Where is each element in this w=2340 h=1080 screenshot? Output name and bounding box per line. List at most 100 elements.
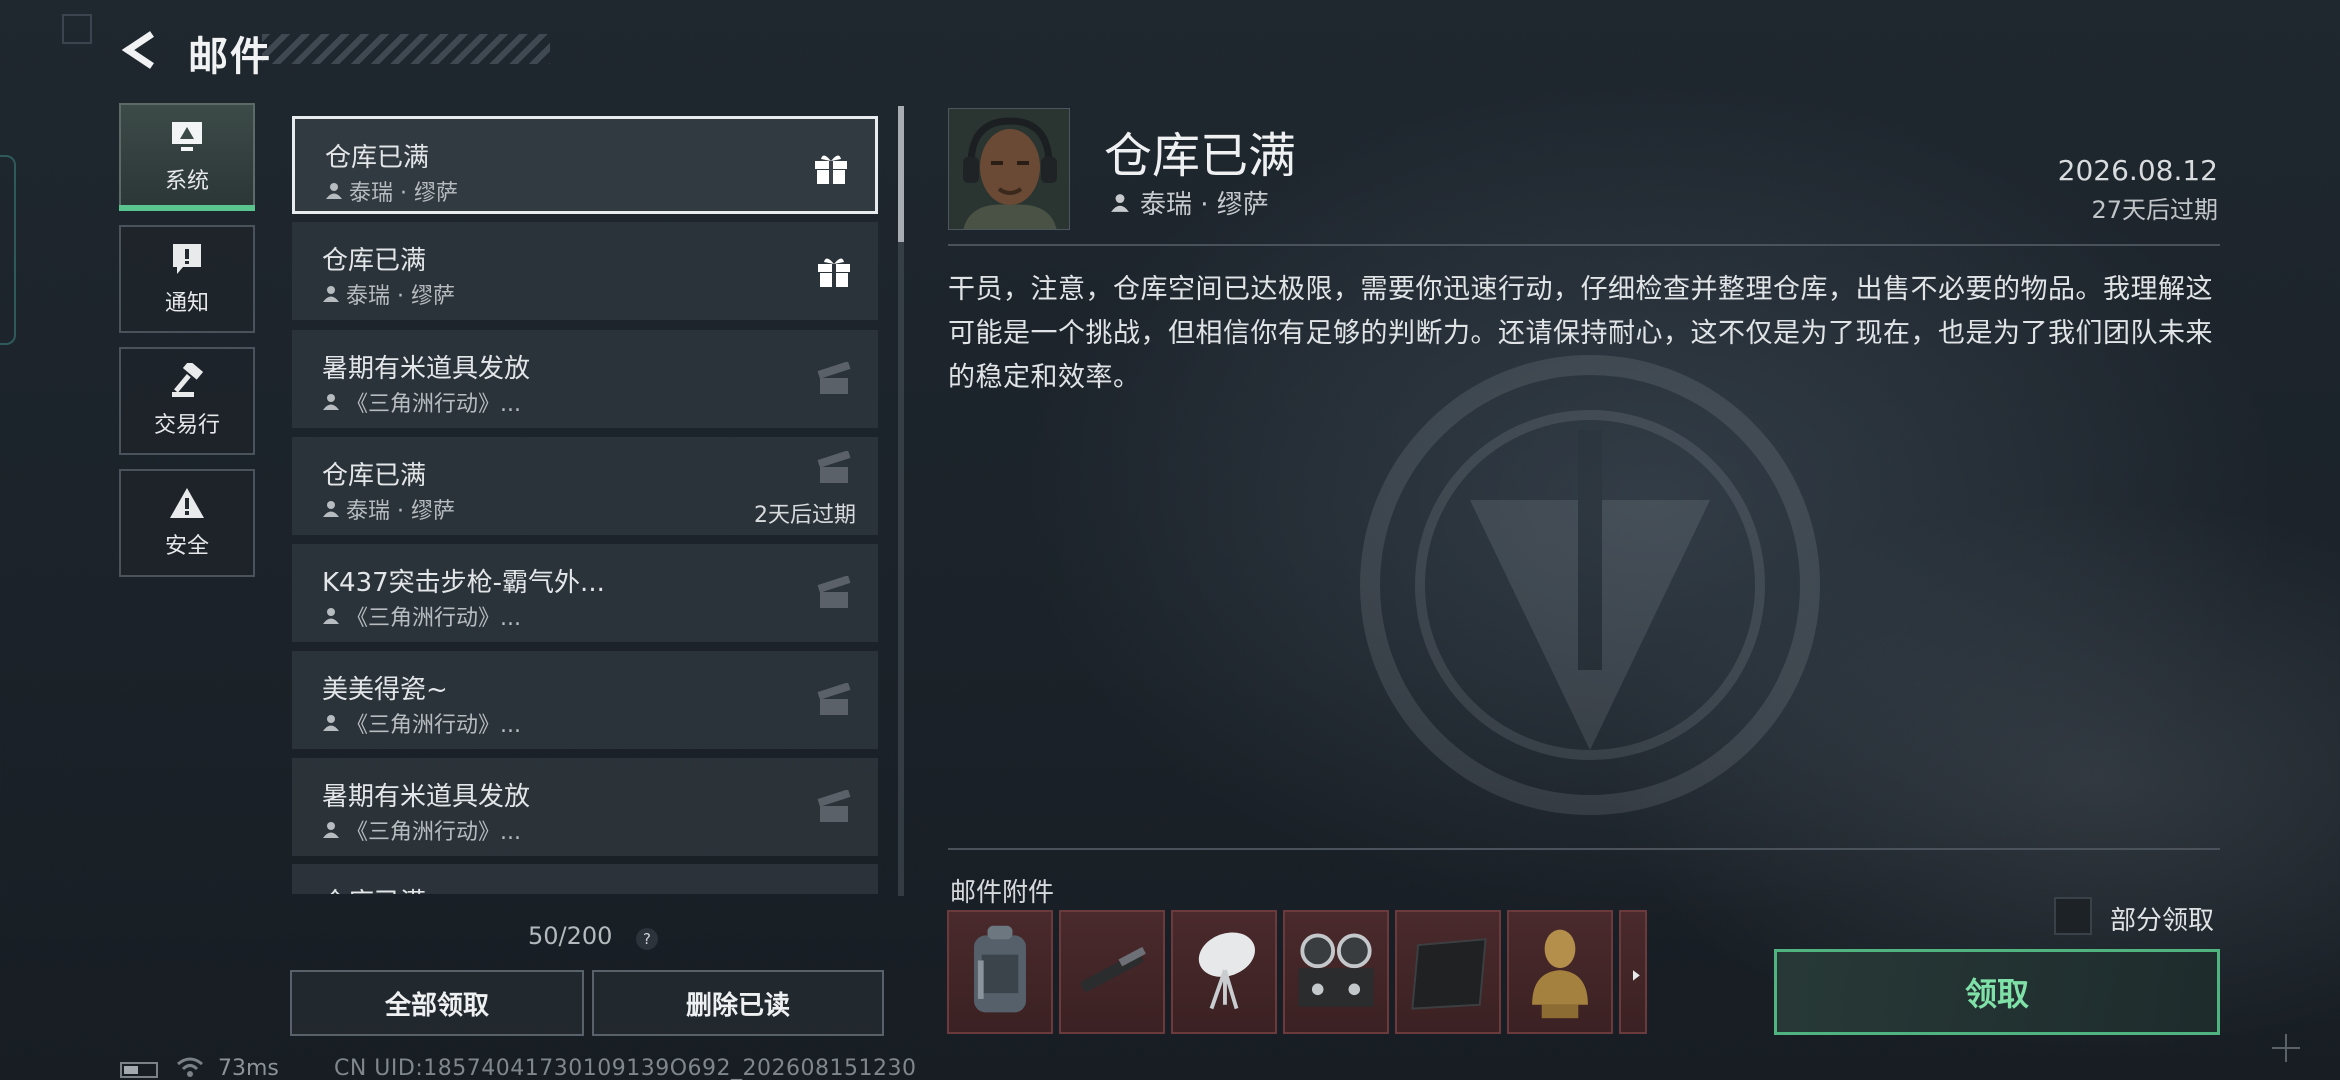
mail-title: K437突击步枪-霸气外... [322,568,605,598]
tape-recorder-icon [1298,933,1374,1007]
mail-title: 仓库已满 [322,882,426,894]
attachment-item[interactable] [1395,910,1501,1034]
sender-name: 泰瑞 · 缪萨 [346,284,455,309]
detail-sender-name: 泰瑞 · 缪萨 [1140,190,1269,220]
mail-item[interactable]: 仓库已满 泰瑞 · 缪萨 [292,116,878,214]
page-title: 邮件 [188,34,272,80]
mail-title: 仓库已满 [325,143,430,173]
mail-sender: 《三角洲行动》... [322,386,521,418]
gift-opened-icon [817,790,851,822]
tab-security[interactable]: 安全 [119,469,255,577]
gift-icon [815,155,847,184]
user-icon [326,183,342,199]
tab-label: 系统 [164,169,209,194]
warning-triangle-icon [170,488,204,518]
attachment-item[interactable] [1171,910,1277,1034]
corner-frame [62,14,92,44]
sender-name: 《三角洲行动》... [346,820,521,845]
gift-opened-icon [817,683,851,715]
detail-date: 2026.08.12 [2057,154,2218,187]
sender-name: 泰瑞 · 缪萨 [346,499,455,524]
uid-text: CN UID:18574041730109139O692_20260815123… [334,1056,917,1080]
tab-trade[interactable]: 交易行 [119,347,255,455]
mail-sender: 泰瑞 · 缪萨 [322,493,455,525]
mail-title: 暑期有米道具发放 [322,782,531,812]
mail-title: 暑期有米道具发放 [322,354,531,384]
wifi-icon [177,1057,203,1077]
gift-icon [818,258,850,287]
mail-sender: 《三角洲行动》... [322,600,521,632]
ping-value: 73ms [218,1056,279,1080]
sender-name: 《三角洲行动》... [346,606,521,631]
user-icon [323,822,339,838]
emblem-watermark [1360,355,1820,815]
backpack-icon [974,925,1026,1013]
sender-avatar [948,108,1070,230]
detail-sender: 泰瑞 · 缪萨 [1110,184,1269,221]
mail-item[interactable]: K437突击步枪-霸气外... 《三角洲行动》... [292,544,878,642]
attachment-divider [948,848,2220,850]
sender-name: 泰瑞 · 缪萨 [349,181,458,206]
back-button[interactable] [118,28,162,72]
item-icon [1633,970,1640,981]
mail-item[interactable]: 暑期有米道具发放 《三角洲行动》... [292,330,878,428]
mail-count: 50/200 [528,922,613,950]
attachment-item[interactable] [1283,910,1389,1034]
partial-claim-checkbox[interactable] [2054,897,2092,935]
tab-label: 通知 [164,291,209,316]
mail-expiry: 2天后过期 [754,503,856,528]
satellite-dish-icon [1198,932,1255,1010]
attachment-list[interactable] [947,910,1747,1034]
battery-icon [120,1062,158,1078]
mail-list[interactable]: 仓库已满 泰瑞 · 缪萨 仓库已满 泰瑞 · 缪萨 暑期有米道具发放 《三角洲行… [292,112,882,894]
knife-icon [1080,946,1146,992]
attachment-item[interactable] [1619,910,1647,1034]
soldier-portrait [949,109,1069,229]
claim-button[interactable]: 领取 [1774,949,2220,1035]
mail-title: 美美得瓷~ [322,675,448,705]
mail-sender: 《三角洲行动》... [322,707,521,739]
sender-name: 《三角洲行动》... [346,392,521,417]
detail-expiry: 27天后过期 [2091,196,2218,224]
user-icon [323,394,339,410]
detail-body: 干员，注意，仓库空间已达极限，需要你迅速行动，仔细检查并整理仓库，出售不必要的物… [948,274,2213,393]
detail-divider [948,244,2220,246]
detail-title: 仓库已满 [1104,128,1297,184]
sender-name: 《三角洲行动》... [346,713,521,738]
user-icon [323,715,339,731]
list-scroll-thumb[interactable] [898,106,904,242]
tab-notice[interactable]: 通知 [119,225,255,333]
mail-item[interactable]: 仓库已满 泰瑞 · 缪萨 [292,222,878,320]
partial-claim-label: 部分领取 [2110,906,2215,936]
user-icon [1111,193,1129,212]
mail-item[interactable]: 暑期有米道具发放 《三角洲行动》... [292,758,878,856]
alert-bubble-icon [173,244,201,274]
attachment-item[interactable] [1507,910,1613,1034]
delete-read-button[interactable]: 删除已读 [592,970,884,1036]
mail-sender: 泰瑞 · 缪萨 [322,278,455,310]
mail-title: 仓库已满 [322,461,427,491]
tab-label: 安全 [164,534,209,559]
help-icon[interactable]: ? [636,928,658,950]
mail-sender: 《三角洲行动》... [322,814,521,846]
header-hatch-decoration [262,34,550,64]
side-drawer-handle[interactable] [0,155,16,345]
gift-opened-icon [817,451,851,483]
bust-statue-icon [1532,929,1588,1019]
plus-icon [2272,1034,2300,1062]
back-arrow-icon [121,31,154,69]
user-icon [323,501,339,517]
attachment-item[interactable] [1059,910,1165,1034]
gift-opened-icon [817,362,851,394]
gift-opened-icon [817,576,851,608]
claim-all-button[interactable]: 全部领取 [290,970,584,1036]
tab-label: 交易行 [153,413,220,438]
mail-item[interactable]: 美美得瓷~ 《三角洲行动》... [292,651,878,749]
mail-item[interactable]: 仓库已满 泰瑞 · 缪萨 2天后过期 [292,437,878,535]
user-icon [323,608,339,624]
attachments-label: 邮件附件 [950,878,1055,908]
attachment-item[interactable] [947,910,1053,1034]
tab-system[interactable]: 系统 [119,103,255,211]
gavel-icon [172,363,204,397]
mail-item[interactable]: 仓库已满 [292,864,878,894]
